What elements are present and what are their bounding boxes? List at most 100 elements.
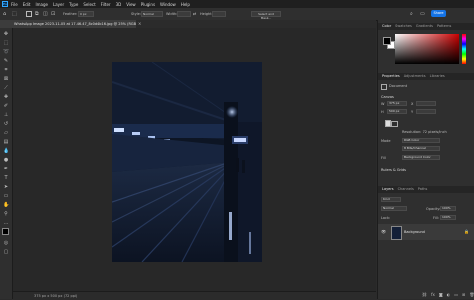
menu-layer[interactable]: Layer: [53, 2, 64, 7]
properties-panel-tabs: Properties Adjustments Libraries: [378, 73, 474, 80]
menu-type[interactable]: Type: [69, 2, 78, 7]
foreground-color-swatch[interactable]: [2, 228, 9, 235]
new-group-icon[interactable]: ▭: [454, 292, 458, 297]
add-selection-icon[interactable]: ⧉: [35, 11, 41, 17]
eyedropper-icon[interactable]: ⟋: [3, 85, 9, 91]
menu-image[interactable]: Image: [35, 2, 48, 7]
quick-mask-icon[interactable]: ◎: [3, 240, 9, 246]
menu-bar: Ps File Edit Image Layer Type Select Fil…: [0, 0, 474, 8]
dodge-icon[interactable]: ●: [3, 157, 9, 163]
tab-properties[interactable]: Properties: [382, 73, 400, 80]
fill-select[interactable]: Background Color: [402, 155, 440, 160]
pen-icon[interactable]: ✒: [3, 166, 9, 172]
app-logo[interactable]: Ps: [2, 1, 8, 7]
layers-panel-tabs: Layers Channels Paths: [378, 186, 474, 193]
select-and-mask-button[interactable]: Select and Mask...: [251, 11, 281, 20]
path-select-icon[interactable]: ➤: [3, 184, 9, 190]
stamp-icon[interactable]: ⊥: [3, 112, 9, 118]
color-picker-field[interactable]: [395, 34, 459, 64]
history-brush-icon[interactable]: ↺: [3, 121, 9, 127]
x-label: X: [411, 102, 414, 106]
menu-help[interactable]: Help: [181, 2, 190, 7]
menu-select[interactable]: Select: [83, 2, 95, 7]
width-field[interactable]: 375 px: [387, 101, 407, 106]
shape-icon[interactable]: ▭: [3, 193, 9, 199]
eraser-icon[interactable]: ▱: [3, 130, 9, 136]
feather-input[interactable]: 0 px: [78, 11, 94, 17]
layer-filter-select[interactable]: Kind: [381, 197, 401, 202]
bit-depth-select[interactable]: 8 Bits/Channel: [402, 146, 440, 151]
menu-view[interactable]: View: [126, 2, 136, 7]
tab-paths[interactable]: Paths: [418, 186, 428, 193]
marquee-icon[interactable]: ⬚: [3, 40, 9, 46]
layer-lock-icon: 🔒: [464, 229, 469, 234]
tab-swatches[interactable]: Swatches: [395, 23, 412, 30]
mode-select[interactable]: RGB Color: [402, 138, 440, 143]
subtract-selection-icon[interactable]: ◫: [43, 11, 49, 17]
height-label: Height:: [200, 12, 213, 16]
marquee-tool-preset-icon[interactable]: ⬚: [12, 11, 20, 17]
rulers-grids-header[interactable]: Rulers & Grids: [381, 168, 406, 172]
blend-mode-select[interactable]: Normal: [381, 206, 407, 211]
layer-fill-input[interactable]: 100%: [440, 215, 456, 220]
tab-patterns[interactable]: Patterns: [437, 23, 451, 30]
gradient-icon[interactable]: ▤: [3, 139, 9, 145]
fx-icon[interactable]: fx: [431, 292, 435, 297]
layer-name[interactable]: Background: [404, 230, 425, 234]
tab-adjustments[interactable]: Adjustments: [404, 73, 426, 80]
brush-icon[interactable]: ✐: [3, 103, 9, 109]
y-label: Y: [411, 110, 414, 114]
tab-libraries[interactable]: Libraries: [430, 73, 445, 80]
hand-icon[interactable]: ✋: [3, 202, 9, 208]
home-icon[interactable]: ⌂: [3, 11, 9, 17]
frame-icon[interactable]: ⊠: [3, 76, 9, 82]
tab-channels[interactable]: Channels: [398, 186, 414, 193]
blur-icon[interactable]: 💧: [3, 148, 9, 154]
zoom-icon[interactable]: ⚲: [3, 211, 9, 217]
color-foreground-swatch[interactable]: [383, 37, 391, 45]
document-tab[interactable]: WhatsApp Image 2023-11-05 at 17.46.47_8c…: [0, 20, 136, 28]
opacity-input[interactable]: 100%: [440, 206, 456, 211]
swap-icon[interactable]: ⇄: [193, 11, 196, 17]
move-icon[interactable]: ✥: [3, 31, 9, 37]
quick-select-icon[interactable]: ✎: [3, 58, 9, 64]
close-tab-icon[interactable]: ×: [138, 21, 141, 27]
more-icon[interactable]: …: [3, 220, 9, 226]
adjustment-layer-icon[interactable]: ◐: [447, 292, 451, 297]
new-selection-icon[interactable]: [26, 11, 32, 17]
visibility-eye-icon[interactable]: 👁: [381, 229, 386, 234]
document-icon: [381, 84, 387, 90]
menu-plugins[interactable]: Plugins: [141, 2, 155, 7]
height-field[interactable]: 500 px: [387, 109, 407, 114]
x-field[interactable]: [416, 101, 436, 106]
menu-3d[interactable]: 3D: [116, 2, 122, 7]
document-image[interactable]: [112, 62, 262, 262]
healing-icon[interactable]: ✚: [3, 94, 9, 100]
screen-mode-icon[interactable]: ▢: [3, 249, 9, 255]
share-button[interactable]: Share: [431, 10, 446, 17]
intersect-selection-icon[interactable]: ⊡: [51, 11, 57, 17]
width-input[interactable]: [177, 11, 191, 17]
type-icon[interactable]: T: [3, 175, 9, 181]
add-mask-icon[interactable]: ◙: [439, 292, 443, 297]
menu-edit[interactable]: Edit: [23, 2, 31, 7]
delete-layer-icon[interactable]: 🗑: [469, 292, 474, 297]
lasso-icon[interactable]: ➰: [3, 49, 9, 55]
tab-layers[interactable]: Layers: [382, 186, 394, 193]
y-field[interactable]: [416, 109, 436, 114]
menu-filter[interactable]: Filter: [101, 2, 111, 7]
search-icon[interactable]: ⌕: [410, 11, 416, 17]
new-layer-icon[interactable]: ⊞: [462, 292, 465, 297]
tab-gradients[interactable]: Gradients: [416, 23, 433, 30]
menu-file[interactable]: File: [11, 2, 18, 7]
height-input[interactable]: [212, 11, 226, 17]
crop-icon[interactable]: ⌗: [3, 67, 9, 73]
landscape-orientation-icon[interactable]: [391, 121, 398, 127]
tab-color[interactable]: Color: [382, 23, 391, 30]
style-select[interactable]: Normal: [141, 11, 163, 17]
layer-row-background[interactable]: 👁 Background 🔒: [378, 224, 474, 240]
menu-window[interactable]: Window: [160, 2, 176, 7]
workspace-icon[interactable]: ▭: [420, 11, 426, 17]
link-layers-icon[interactable]: ⛓: [422, 292, 427, 297]
hue-slider[interactable]: [462, 34, 466, 64]
